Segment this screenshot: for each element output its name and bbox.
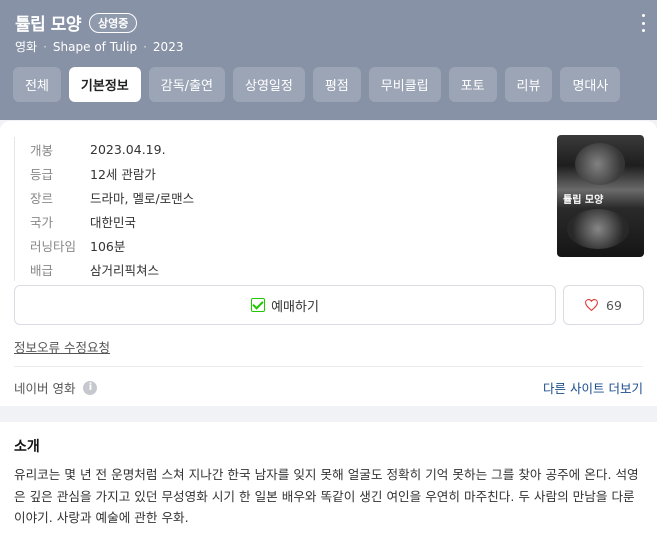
info-key: 배급 <box>30 262 54 278</box>
intro-section: 소개 유리코는 몇 년 전 운명처럼 스쳐 지나간 한국 남자를 잊지 못해 얼… <box>0 422 657 533</box>
heart-icon <box>585 299 599 311</box>
info-value: 삼거리픽쳐스 <box>90 262 160 278</box>
title-row: 튤립 모양 상영중 <box>15 10 138 35</box>
source-name: 네이버 영화 <box>14 381 76 396</box>
info-row-release: 개봉 2023.04.19. <box>30 137 194 161</box>
release-year: 2023 <box>152 39 184 54</box>
source-label: 네이버 영화 i <box>14 378 98 397</box>
reserve-label: 예매하기 <box>271 299 319 315</box>
info-row-genre: 장르 드라마, 멜로/로맨스 <box>30 185 194 209</box>
intro-heading: 소개 <box>14 439 40 455</box>
more-options-icon[interactable] <box>641 14 645 32</box>
info-key: 국가 <box>30 214 54 230</box>
movie-poster[interactable]: 튤립 모양 <box>557 135 644 257</box>
tab-director-cast[interactable]: 감독/출연 <box>148 67 225 102</box>
tab-movie-clips[interactable]: 무비클립 <box>368 67 441 102</box>
check-icon <box>251 298 266 312</box>
movie-subline: 영화 · Shape of Tulip · 2023 <box>15 38 183 55</box>
info-key: 개봉 <box>30 142 54 158</box>
info-value: 2023.04.19. <box>90 141 166 157</box>
poster-title: 튤립 모양 <box>563 195 604 206</box>
poster-art <box>575 143 625 185</box>
poster-art <box>567 209 629 249</box>
status-badge: 상영중 <box>88 12 138 33</box>
category-label: 영화 <box>15 40 38 54</box>
movie-title: 튤립 모양 <box>15 15 81 35</box>
tab-showtimes[interactable]: 상영일정 <box>233 67 305 102</box>
info-key: 등급 <box>30 166 54 182</box>
info-key: 러닝타임 <box>30 238 77 254</box>
like-count: 69 <box>606 297 622 313</box>
intro-text: 유리코는 몇 년 전 운명처럼 스쳐 지나간 한국 남자를 잊지 못해 얼굴도 … <box>14 467 639 525</box>
divider <box>14 366 643 367</box>
info-row-rating: 등급 12세 관람가 <box>30 161 194 185</box>
info-key: 장르 <box>30 190 54 206</box>
info-value: 12세 관람가 <box>90 166 156 182</box>
other-sites-link[interactable]: 다른 사이트 더보기 <box>543 378 643 397</box>
separator-dot: · <box>143 39 147 54</box>
info-value: 106분 <box>90 238 126 254</box>
movie-header: 튤립 모양 상영중 영화 · Shape of Tulip · 2023 전체 … <box>0 0 657 120</box>
info-row-distributor: 배급 삼거리픽쳐스 <box>30 257 194 281</box>
reserve-button[interactable]: 예매하기 <box>14 285 556 325</box>
tab-photos[interactable]: 포토 <box>448 67 497 102</box>
info-value: 대한민국 <box>90 214 137 230</box>
info-list: 개봉 2023.04.19. 등급 12세 관람가 장르 드라마, 멜로/로맨스… <box>14 137 194 281</box>
tab-ratings[interactable]: 평점 <box>312 67 361 102</box>
info-row-country: 국가 대한민국 <box>30 209 194 233</box>
separator-dot: · <box>43 39 47 54</box>
tab-reviews[interactable]: 리뷰 <box>504 67 553 102</box>
info-value: 드라마, 멜로/로맨스 <box>90 190 195 206</box>
report-error-link[interactable]: 정보오류 수정요청 <box>14 337 110 356</box>
info-card: 개봉 2023.04.19. 등급 12세 관람가 장르 드라마, 멜로/로맨스… <box>0 121 657 406</box>
tab-all[interactable]: 전체 <box>13 67 61 102</box>
tab-bar: 전체 기본정보 감독/출연 상영일정 평점 무비클립 포토 리뷰 명대사 <box>13 67 621 102</box>
info-row-runtime: 러닝타임 106분 <box>30 233 194 257</box>
tab-basic-info[interactable]: 기본정보 <box>68 67 141 102</box>
info-icon[interactable]: i <box>83 380 98 395</box>
tab-quotes[interactable]: 명대사 <box>560 67 621 102</box>
original-title: Shape of Tulip <box>52 39 138 54</box>
like-button[interactable]: 69 <box>563 285 644 325</box>
